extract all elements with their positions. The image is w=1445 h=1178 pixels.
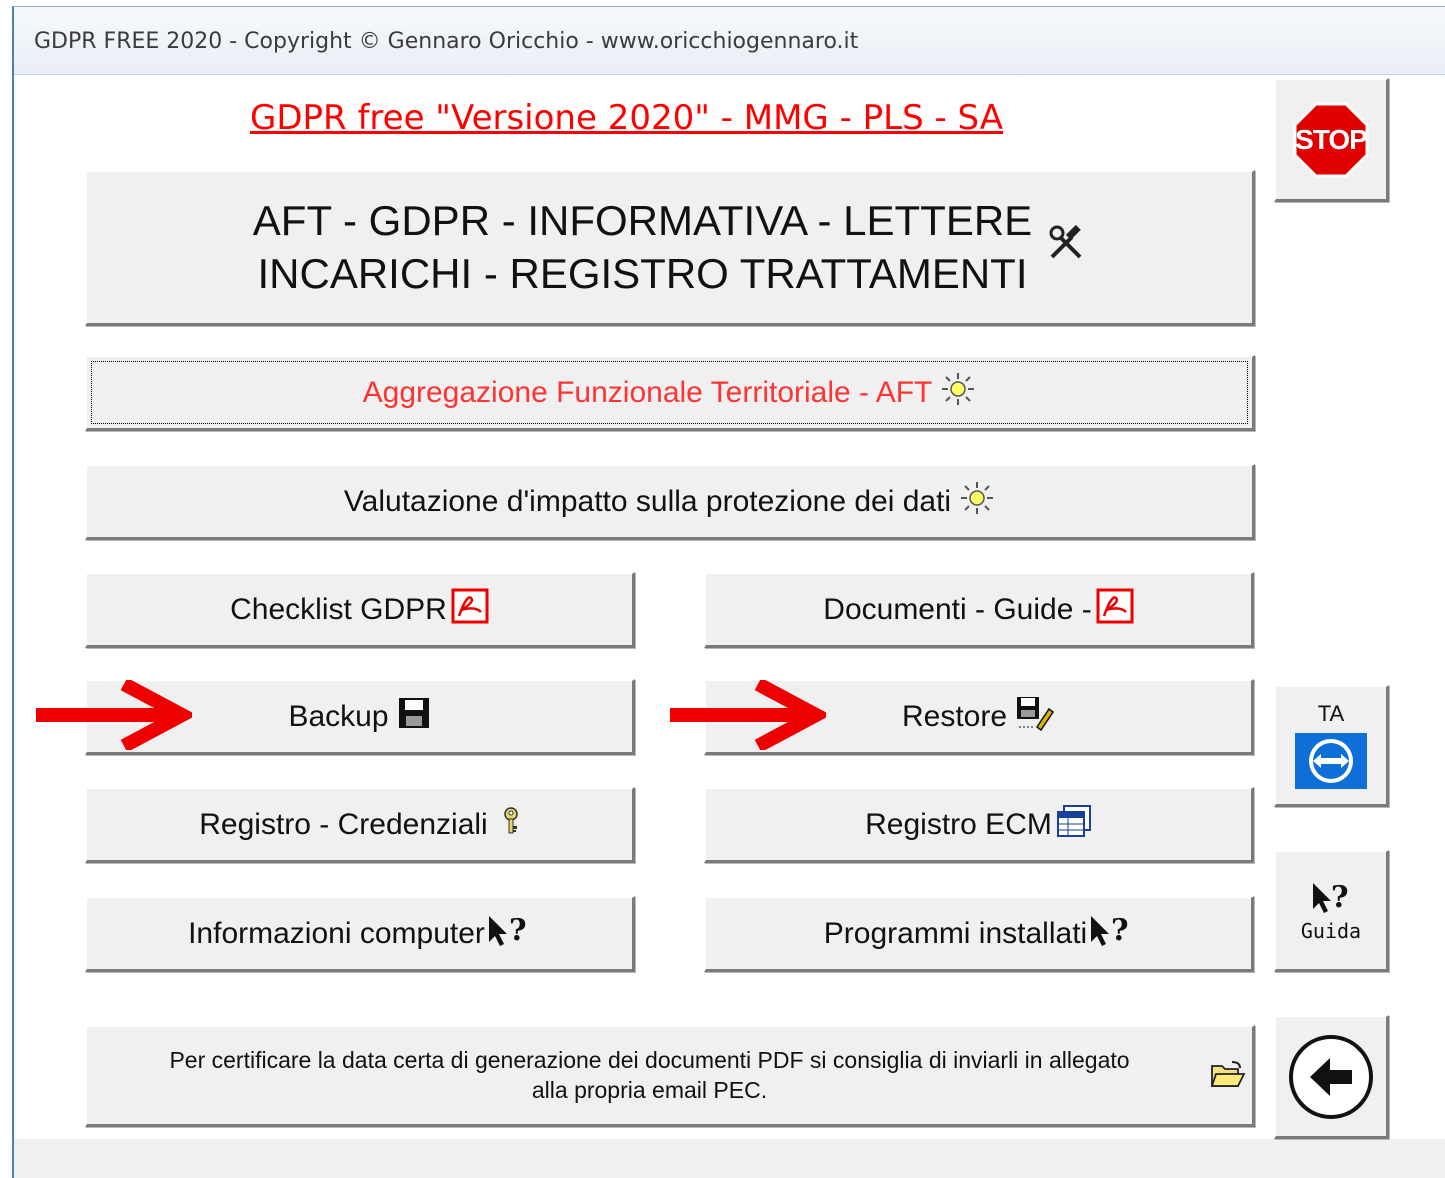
guida-label: Guida: [1300, 918, 1362, 943]
dpia-button-label: Valutazione d'impatto sulla protezione d…: [343, 484, 952, 518]
aft-button[interactable]: Aggregazione Funzionale Territoriale - A…: [85, 355, 1255, 431]
informazioni-button-label: Informazioni computer: [188, 916, 485, 950]
stop-button[interactable]: STOP: [1274, 78, 1389, 202]
help-cursor-icon: ?: [1089, 912, 1133, 956]
pdf-icon: [1096, 588, 1134, 632]
ta-label: TA: [1317, 700, 1345, 726]
ecm-button-label: Registro ECM: [865, 807, 1052, 841]
window-title: GDPR FREE 2020 - Copyright © Gennaro Ori…: [34, 29, 859, 54]
annotation-arrow-backup: [36, 680, 192, 750]
registro-ecm-button[interactable]: Registro ECM: [704, 787, 1254, 863]
restore-button-label: Restore: [901, 699, 1008, 733]
help-cursor-icon: ?: [487, 912, 531, 956]
floppy-disk-icon: [397, 696, 431, 738]
floppy-edit-icon: [1015, 695, 1055, 739]
informazioni-computer-button[interactable]: Informazioni computer ?: [85, 896, 635, 972]
tools-icon: [1046, 223, 1086, 273]
backup-button-label: Backup: [288, 699, 389, 733]
checklist-gdpr-button[interactable]: Checklist GDPR: [85, 572, 635, 648]
dpia-button[interactable]: Valutazione d'impatto sulla protezione d…: [85, 464, 1255, 540]
svg-text:?: ?: [509, 913, 527, 948]
pdf-icon: [451, 588, 489, 632]
main-button-label: AFT - GDPR - INFORMATIVA - LETTERE INCAR…: [252, 197, 1033, 297]
documenti-guide-button[interactable]: Documenti - Guide -: [704, 572, 1254, 648]
registro-credenziali-button[interactable]: Registro - Credenziali: [85, 787, 635, 863]
back-arrow-icon: [1289, 1034, 1373, 1119]
table-icon: [1056, 804, 1092, 846]
help-cursor-icon: ?: [1313, 880, 1349, 915]
credenziali-button-label: Registro - Credenziali: [199, 807, 488, 841]
key-icon: [502, 806, 520, 843]
checklist-button-label: Checklist GDPR: [230, 592, 447, 626]
open-folder-icon: [1210, 1060, 1246, 1096]
focus-rectangle: [91, 361, 1248, 424]
programmi-installati-button[interactable]: Programmi installati ?: [704, 896, 1254, 972]
stop-label: STOP: [1295, 124, 1368, 155]
teamviewer-icon: [1295, 732, 1367, 789]
title-bar: GDPR FREE 2020 - Copyright © Gennaro Ori…: [14, 7, 1445, 75]
svg-text:?: ?: [1331, 880, 1349, 915]
sun-icon: [959, 480, 995, 524]
programmi-button-label: Programmi installati: [823, 916, 1088, 950]
guida-button[interactable]: ? Guida: [1274, 850, 1389, 972]
teamviewer-button[interactable]: TA: [1274, 685, 1389, 807]
annotation-arrow-restore: [670, 680, 826, 750]
note-button-label: Per certificare la data certa di generaz…: [169, 1046, 1130, 1103]
back-button[interactable]: [1274, 1015, 1389, 1139]
bottom-strip: [14, 1139, 1445, 1178]
documenti-button-label: Documenti - Guide -: [823, 592, 1092, 626]
svg-text:?: ?: [1111, 913, 1129, 948]
aft-gdpr-main-button[interactable]: AFT - GDPR - INFORMATIVA - LETTERE INCAR…: [85, 170, 1255, 326]
open-pdf-folder-button[interactable]: Per certificare la data certa di generaz…: [85, 1025, 1255, 1127]
page-heading: GDPR free "Versione 2020" - MMG - PLS - …: [250, 98, 1004, 138]
